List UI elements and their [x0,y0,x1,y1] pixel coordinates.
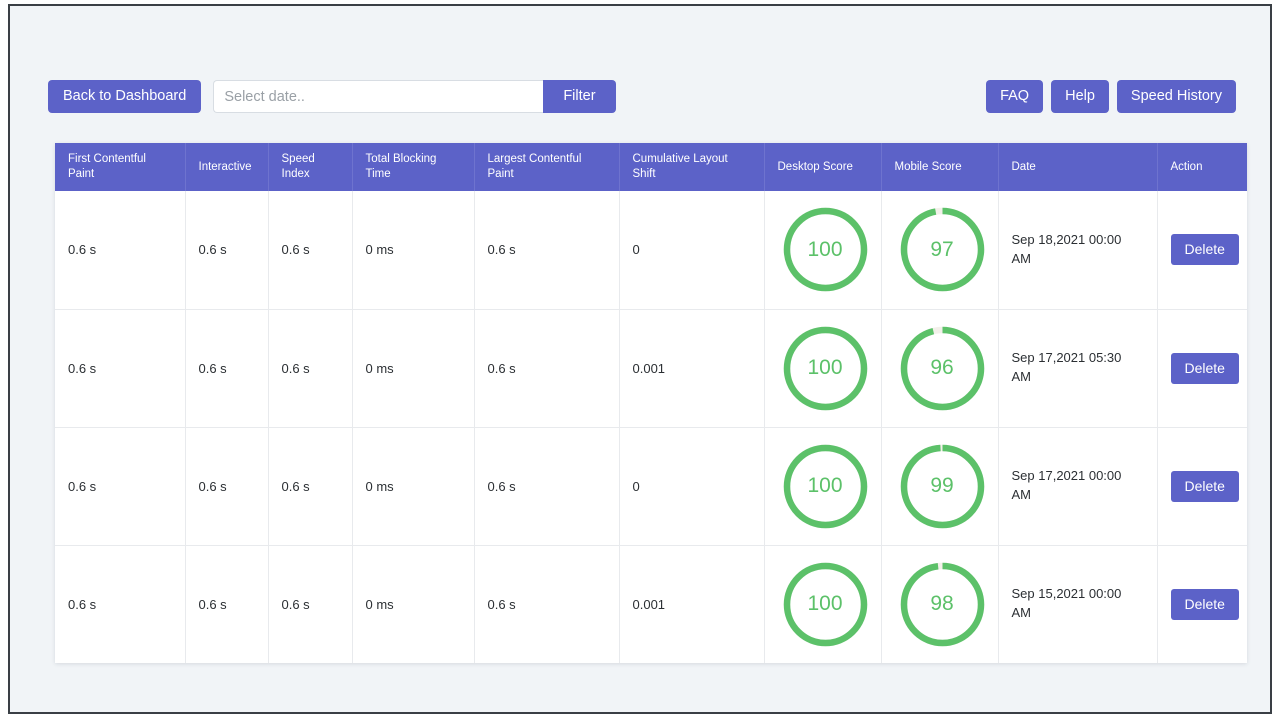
desktop-score-gauge: 100 [778,439,873,534]
desktop-score-gauge: 100 [778,557,873,652]
mobile-score-gauge: 97 [895,202,990,297]
column-header-interactive[interactable]: Interactive [185,143,269,191]
cell-largest-contentful-paint: 0.6 s [474,545,620,663]
cell-speed-index: 0.6 s [268,309,353,428]
cell-mobile-score: 99 [881,427,999,546]
column-header-cumulative-layout-shift[interactable]: Cumulative Layout Shift [619,143,765,191]
mobile-score-gauge-value: 98 [930,592,954,616]
cell-interactive: 0.6 s [185,545,269,663]
column-header-action[interactable]: Action [1157,143,1247,191]
desktop-score-gauge-value: 100 [807,356,843,379]
cell-largest-contentful-paint: 0.6 s [474,427,620,546]
speed-history-table-container: First Contentful Paint Interactive Speed… [55,143,1247,663]
column-header-mobile-score[interactable]: Mobile Score [881,143,999,191]
desktop-score-gauge-value: 100 [807,237,843,261]
cell-first-contentful-paint: 0.6 s [55,309,186,428]
column-header-desktop-score[interactable]: Desktop Score [764,143,882,191]
mobile-score-gauge-value: 97 [930,237,954,261]
mobile-score-gauge-value: 99 [930,474,954,497]
select-date-input[interactable] [213,80,544,113]
cell-mobile-score: 98 [881,545,999,663]
speed-history-table: First Contentful Paint Interactive Speed… [55,143,1247,663]
cell-date: Sep 17,2021 05:30 AM [998,309,1158,428]
column-header-date[interactable]: Date [998,143,1158,191]
cell-first-contentful-paint: 0.6 s [55,191,186,310]
desktop-score-gauge: 100 [778,202,873,297]
delete-button[interactable]: Delete [1170,470,1239,502]
cell-desktop-score: 100 [764,545,882,663]
cell-total-blocking-time: 0 ms [352,309,475,428]
cell-cumulative-layout-shift: 0.001 [619,309,765,428]
cell-desktop-score: 100 [764,191,882,310]
table-row: 0.6 s 0.6 s 0.6 s0 ms 0.6 s 0.001 100 98 Sep 15… [55,545,1247,663]
cell-action: Delete [1157,545,1247,663]
cell-desktop-score: 100 [764,309,882,428]
cell-desktop-score: 100 [764,427,882,546]
mobile-score-gauge: 99 [895,439,990,534]
cell-speed-index: 0.6 s [268,545,353,663]
delete-button[interactable]: Delete [1170,234,1239,266]
speed-history-button[interactable]: Speed History [1116,80,1236,113]
cell-interactive: 0.6 s [185,427,269,546]
cell-action: Delete [1157,427,1247,546]
column-header-largest-contentful-paint[interactable]: Largest Contentful Paint [474,143,620,191]
mobile-score-gauge: 98 [895,557,990,652]
cell-cumulative-layout-shift: 0.001 [619,545,765,663]
desktop-score-gauge-value: 100 [807,592,843,616]
table-row: 0.6 s 0.6 s 0.6 s0 ms 0.6 s 0.001 100 96 Sep 17… [55,309,1247,428]
cell-date: Sep 18,2021 00:00 AM [998,191,1158,310]
filter-button[interactable]: Filter [543,80,616,113]
date-filter-group: Filter [213,80,616,113]
help-button[interactable]: Help [1051,80,1109,113]
cell-cumulative-layout-shift: 0 [619,427,765,546]
delete-button[interactable]: Delete [1170,352,1239,384]
cell-total-blocking-time: 0 ms [352,545,475,663]
desktop-score-gauge-value: 100 [807,474,843,497]
mobile-score-gauge: 96 [895,321,990,416]
cell-total-blocking-time: 0 ms [352,191,475,310]
cell-date: Sep 15,2021 00:00 AM [998,545,1158,663]
table-header: First Contentful Paint Interactive Speed… [55,143,1247,191]
cell-largest-contentful-paint: 0.6 s [474,309,620,428]
back-to-dashboard-button[interactable]: Back to Dashboard [48,80,202,113]
cell-total-blocking-time: 0 ms [352,427,475,546]
column-header-speed-index[interactable]: Speed Index [268,143,353,191]
column-header-total-blocking-time[interactable]: Total Blocking Time [352,143,475,191]
cell-speed-index: 0.6 s [268,191,353,310]
cell-interactive: 0.6 s [185,191,269,310]
cell-mobile-score: 97 [881,191,999,310]
table-body: 0.6 s 0.6 s 0.6 s0 ms 0.6 s 0 100 97 Sep 18,202… [55,191,1247,663]
table-header-row: First Contentful Paint Interactive Speed… [55,143,1247,191]
toolbar-left-group: Back to Dashboard Filter [48,80,616,113]
table-row: 0.6 s 0.6 s 0.6 s0 ms 0.6 s 0 100 99 Sep 17,202… [55,427,1247,546]
cell-action: Delete [1157,309,1247,428]
cell-action: Delete [1157,191,1247,310]
cell-date: Sep 17,2021 00:00 AM [998,427,1158,546]
cell-cumulative-layout-shift: 0 [619,191,765,310]
cell-first-contentful-paint: 0.6 s [55,427,186,546]
cell-speed-index: 0.6 s [268,427,353,546]
table-row: 0.6 s 0.6 s 0.6 s0 ms 0.6 s 0 100 97 Sep 18,202… [55,191,1247,310]
speed-history-page: Back to Dashboard Filter FAQ Help Speed … [10,6,1270,712]
column-header-first-contentful-paint[interactable]: First Contentful Paint [55,143,186,191]
toolbar: Back to Dashboard Filter FAQ Help Speed … [48,80,1236,122]
browser-viewport: Back to Dashboard Filter FAQ Help Speed … [8,4,1272,714]
cell-first-contentful-paint: 0.6 s [55,545,186,663]
faq-button[interactable]: FAQ [986,80,1044,113]
toolbar-right-group: FAQ Help Speed History [986,80,1236,113]
mobile-score-gauge-value: 96 [930,356,954,379]
cell-mobile-score: 96 [881,309,999,428]
desktop-score-gauge: 100 [778,321,873,416]
cell-largest-contentful-paint: 0.6 s [474,191,620,310]
cell-interactive: 0.6 s [185,309,269,428]
delete-button[interactable]: Delete [1170,588,1239,620]
